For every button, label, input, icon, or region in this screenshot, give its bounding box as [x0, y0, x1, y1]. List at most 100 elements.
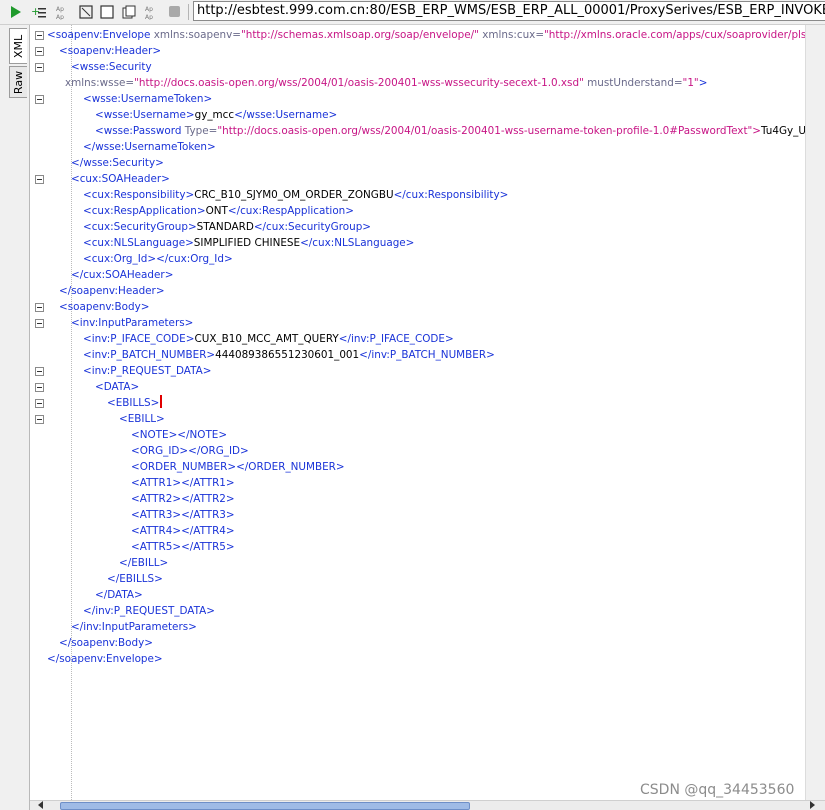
scroll-left-icon[interactable]	[38, 801, 43, 809]
fold-toggle-icon[interactable]	[35, 31, 44, 40]
copy-icon[interactable]	[119, 2, 139, 22]
xml-tag: <EBILLS>	[107, 397, 160, 409]
xml-line: <cux:Org_Id></cux:Org_Id>	[83, 251, 233, 267]
text-cursor	[160, 395, 163, 408]
xml-tag: <cux:NLSLanguage>	[83, 237, 194, 249]
tab-raw[interactable]: Raw	[9, 66, 27, 98]
xml-attr-value: "http://schemas.xmlsoap.org/soap/envelop…	[240, 29, 479, 41]
xml-tag: </soapenv:Body>	[59, 637, 153, 649]
vertical-scrollbar[interactable]	[805, 25, 825, 800]
xml-tag: </ATTR4>	[181, 525, 235, 537]
format-ap2-icon[interactable]: Ap Ap	[142, 2, 162, 22]
fold-toggle-icon[interactable]	[35, 415, 44, 424]
request-toolbar: + Ap Ap Ap Ap http://esbtest.999.com.cn:80…	[0, 0, 825, 25]
xml-text: 444089386551230601_001	[215, 349, 360, 361]
xml-line: <ATTR3></ATTR3>	[131, 507, 235, 523]
fold-toggle-icon[interactable]	[35, 303, 44, 312]
fold-toggle-icon[interactable]	[35, 63, 44, 72]
xml-line: <inv:P_IFACE_CODE>CUX_B10_MCC_AMT_QUERY<…	[83, 331, 454, 347]
xml-tag: </cux:SOAHeader>	[71, 269, 174, 281]
xml-tag: <ATTR3>	[131, 509, 182, 521]
xml-line: </wsse:Security>	[71, 155, 164, 171]
xml-tag: <cux:RespApplication>	[83, 205, 206, 217]
xml-tag: <NOTE>	[131, 429, 178, 441]
fold-toggle-icon[interactable]	[35, 319, 44, 328]
xml-line: xmlns:wsse="http://docs.oasis-open.org/w…	[65, 75, 707, 91]
xml-tag: >	[698, 77, 708, 89]
xml-tag: </ORDER_NUMBER>	[236, 461, 345, 473]
xml-line: </soapenv:Body>	[59, 635, 153, 651]
xml-text: CRC_B10_SJYM0_OM_ORDER_ZONGBU	[194, 189, 394, 201]
svg-text:Ap: Ap	[145, 6, 153, 13]
xml-tag: <cux:Responsibility>	[83, 189, 195, 201]
xml-line: <EBILLS>	[107, 395, 163, 411]
xml-text: gy_mcc	[194, 109, 235, 121]
horizontal-scroll-thumb[interactable]	[60, 802, 470, 810]
xml-attr-name: Type=	[181, 125, 218, 137]
xml-tag: </wsse:Username>	[234, 109, 338, 121]
xml-line: <inv:P_REQUEST_DATA>	[83, 363, 211, 379]
xml-tag: <wsse:UsernameToken>	[83, 93, 213, 105]
xml-text: CUX_B10_MCC_AMT_QUERY	[194, 333, 339, 345]
xml-line: <wsse:Password Type="http://docs.oasis-o…	[95, 123, 805, 139]
format-ap-icon[interactable]: Ap Ap	[53, 2, 73, 22]
add-assertion-icon[interactable]: +	[29, 2, 49, 22]
run-icon[interactable]	[6, 2, 26, 22]
xml-line: <cux:NLSLanguage>SIMPLIFIED CHINESE</cux…	[83, 235, 414, 251]
xml-tag: <soapenv:Envelope	[47, 29, 151, 41]
xml-line: <cux:RespApplication>ONT</cux:RespApplic…	[83, 203, 354, 219]
tab-xml[interactable]: XML	[9, 28, 27, 64]
xml-line: <ORG_ID></ORG_ID>	[131, 443, 249, 459]
xml-tag: <EBILL>	[119, 413, 165, 425]
toolbar-divider	[188, 4, 189, 20]
endpoint-url-field[interactable]: http://esbtest.999.com.cn:80/ESB_ERP_WMS…	[193, 1, 825, 21]
xml-line: </DATA>	[95, 587, 143, 603]
xml-line: <NOTE></NOTE>	[131, 427, 227, 443]
fold-toggle-icon[interactable]	[35, 367, 44, 376]
xml-tag: </DATA>	[95, 589, 143, 601]
fold-toggle-icon[interactable]	[35, 95, 44, 104]
fold-toggle-icon[interactable]	[35, 399, 44, 408]
xml-line: <soapenv:Envelope xmlns:soapenv="http://…	[47, 27, 805, 43]
xml-tag: <wsse:Username>	[95, 109, 195, 121]
xml-tag: </soapenv:Header>	[59, 285, 165, 297]
xml-attr-name: mustUnderstand=	[583, 77, 683, 89]
xml-line: <wsse:Security	[71, 59, 152, 75]
xml-line: <wsse:Username>gy_mcc</wsse:Username>	[95, 107, 337, 123]
xml-line: </inv:InputParameters>	[71, 619, 197, 635]
stop-icon[interactable]	[165, 2, 185, 22]
fold-toggle-icon[interactable]	[35, 47, 44, 56]
window-icon[interactable]	[97, 2, 117, 22]
xml-tag: <ATTR4>	[131, 525, 182, 537]
xml-tag: <inv:P_IFACE_CODE>	[83, 333, 195, 345]
scroll-right-icon[interactable]	[810, 801, 815, 809]
xml-tag: </ATTR2>	[181, 493, 235, 505]
xml-line: </soapenv:Header>	[59, 283, 165, 299]
xml-tag: <ATTR2>	[131, 493, 182, 505]
xml-tag: <ORG_ID>	[131, 445, 189, 457]
xml-tag: <inv:InputParameters>	[71, 317, 194, 329]
xml-tag: </ORG_ID>	[188, 445, 249, 457]
xml-line: <DATA>	[95, 379, 139, 395]
fit-icon[interactable]	[76, 2, 96, 22]
xml-line: <wsse:UsernameToken>	[83, 91, 212, 107]
horizontal-scrollbar[interactable]	[30, 800, 825, 810]
xml-line: </EBILLS>	[107, 571, 163, 587]
svg-text:Ap: Ap	[56, 6, 64, 13]
xml-tag: </EBILL>	[119, 557, 169, 569]
xml-attr-value: "http://docs.oasis-open.org/wss/2004/01/…	[134, 77, 584, 89]
xml-editor[interactable]: <soapenv:Envelope xmlns:soapenv="http://…	[30, 25, 805, 800]
fold-toggle-icon[interactable]	[35, 175, 44, 184]
xml-tag: <DATA>	[95, 381, 140, 393]
xml-attr-value: "1"	[682, 77, 699, 89]
xml-line: <ATTR1></ATTR1>	[131, 475, 235, 491]
xml-line: <ORDER_NUMBER></ORDER_NUMBER>	[131, 459, 345, 475]
xml-tag: <inv:P_REQUEST_DATA>	[83, 365, 212, 377]
xml-line: </wsse:UsernameToken>	[83, 139, 216, 155]
fold-toggle-icon[interactable]	[35, 383, 44, 392]
xml-tag: </wsse:UsernameToken>	[83, 141, 216, 153]
xml-line: <soapenv:Header>	[59, 43, 161, 59]
xml-tag: <inv:P_BATCH_NUMBER>	[83, 349, 216, 361]
xml-tag: </cux:SecurityGroup>	[253, 221, 372, 233]
xml-text: SIMPLIFIED CHINESE	[193, 237, 301, 249]
